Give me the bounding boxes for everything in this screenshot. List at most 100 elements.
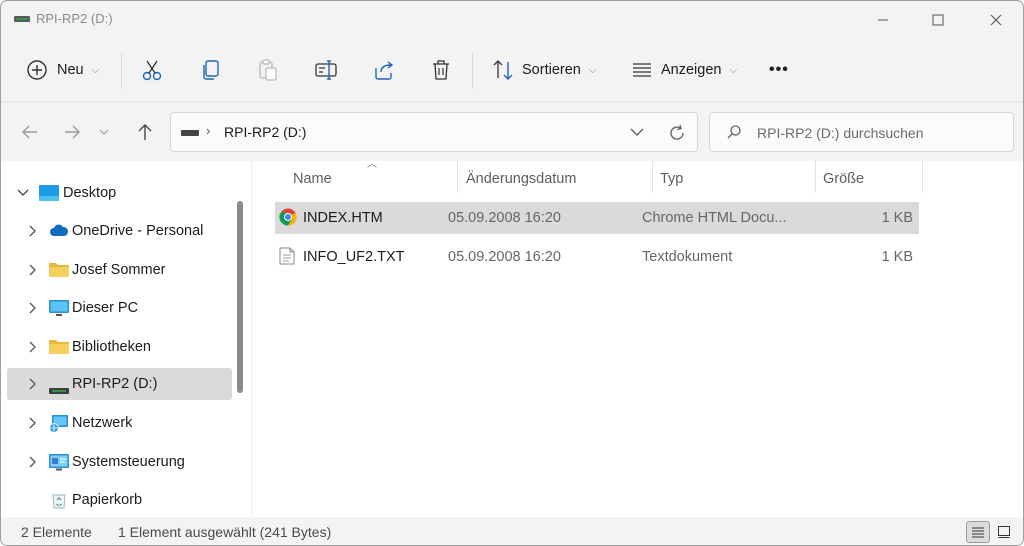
desktop-icon [39,185,59,201]
column-header-label: Größe [823,171,865,187]
file-name: INDEX.HTM [303,210,383,226]
forward-button[interactable] [57,116,87,148]
column-divider[interactable] [815,161,816,193]
address-history-button[interactable] [627,122,647,142]
view-button-label: Anzeigen [661,62,722,78]
cut-button[interactable] [141,53,163,87]
refresh-icon [670,124,684,140]
drive-icon [14,16,30,22]
new-button[interactable]: Neu ⌵ [26,53,99,87]
column-header-name[interactable]: Name ︿ [293,159,377,197]
copy-icon [203,60,219,80]
column-divider[interactable] [922,161,923,193]
rename-button[interactable] [314,53,338,87]
sidebar-item-label: Dieser PC [72,300,139,316]
sidebar-item-label: Bibliotheken [72,339,151,355]
column-header-date[interactable]: Änderungsdatum [466,161,576,197]
column-header-size[interactable]: Größe [823,161,864,197]
view-button[interactable]: Anzeigen ⌵ [631,53,737,87]
chevron-down-icon: ⌵ [588,64,597,76]
file-type: Chrome HTML Docu... [642,210,787,226]
toolbar-divider [472,53,473,89]
chevron-right-icon [25,300,41,316]
details-view-icon [972,527,984,538]
title-bar[interactable]: RPI-RP2 (D:) [1,1,1023,39]
text-file-icon [279,247,297,265]
column-header-label: Änderungsdatum [466,171,577,187]
file-explorer-window: RPI-RP2 (D:) Neu ⌵ Sortieren ⌵ Anzeigen … [0,0,1024,546]
address-bar[interactable]: › RPI-RP2 (D:) [170,112,698,152]
minimize-icon [878,19,888,21]
sort-button[interactable]: Sortieren ⌵ [491,53,596,87]
sidebar-item-label: Desktop [63,185,117,201]
sidebar-item-network[interactable]: Netzwerk [7,407,232,439]
content-area: Desktop OneDrive - Personal Josef Sommer… [1,159,1023,517]
sort-icon [493,60,513,80]
breadcrumb-current[interactable]: RPI-RP2 (D:) [224,124,306,140]
sidebar-item-control-panel[interactable]: Systemsteuerung [7,446,232,478]
delete-button[interactable] [430,53,452,87]
rename-icon [315,60,337,80]
sidebar-item-rpi-drive[interactable]: RPI-RP2 (D:) [7,368,232,400]
sidebar-item-libraries[interactable]: Bibliotheken [7,331,232,363]
sidebar-item-recycle-bin[interactable]: Papierkorb [7,484,232,516]
navigation-pane: Desktop OneDrive - Personal Josef Sommer… [1,161,251,517]
tiles-view-button[interactable] [992,521,1016,543]
monitor-icon [49,300,69,316]
close-button[interactable] [969,1,1023,39]
file-list: Name ︿ Änderungsdatum Typ Größe INDEX.HT… [257,159,1023,517]
sidebar-item-this-pc[interactable]: Dieser PC [7,292,232,324]
arrow-right-icon [65,125,80,139]
copy-button[interactable] [200,53,222,87]
chevron-right-icon [25,339,41,355]
drive-icon [181,130,199,136]
share-icon [375,61,394,80]
sidebar-scrollbar[interactable] [237,201,243,393]
chevron-right-icon [25,376,41,392]
search-box[interactable] [709,112,1014,152]
folder-icon [49,339,69,355]
file-row-info-uf2-txt[interactable]: INFO_UF2.TXT 05.09.2008 16:20 Textdokume… [275,241,919,273]
sidebar-item-label: Netzwerk [72,415,133,431]
sort-button-label: Sortieren [522,62,581,78]
sidebar-item-label: OneDrive - Personal [72,223,204,239]
column-divider[interactable] [652,161,653,193]
sidebar-item-desktop[interactable]: Desktop [7,177,232,209]
file-size: 1 KB [881,210,913,226]
minimize-button[interactable] [856,1,910,39]
more-options-button[interactable]: ••• [769,53,789,87]
view-lines-icon [633,63,651,77]
details-view-button[interactable] [966,521,990,543]
control-panel-icon [49,454,69,471]
tiles-view-icon [998,526,1010,538]
back-button[interactable] [15,116,45,148]
chevron-down-icon: ⌵ [91,64,100,76]
sidebar-item-label: Papierkorb [72,492,143,508]
recent-locations-button[interactable] [93,116,115,148]
paste-icon [259,59,277,81]
toolbar-divider [121,53,122,89]
sidebar-item-label: RPI-RP2 (D:) [72,376,158,392]
plus-circle-icon [27,60,47,80]
maximize-icon [932,14,944,26]
breadcrumb-separator: › [206,123,211,138]
search-input[interactable] [757,122,1007,144]
network-icon [49,415,68,433]
chrome-icon [279,208,297,226]
maximize-button[interactable] [911,1,965,39]
window-title: RPI-RP2 (D:) [36,11,113,26]
column-divider[interactable] [457,161,458,193]
column-header-type[interactable]: Typ [660,161,683,197]
pane-divider[interactable] [251,161,252,517]
drive-icon [49,381,69,397]
paste-button[interactable] [257,53,279,87]
share-button[interactable] [372,53,396,87]
sidebar-item-onedrive[interactable]: OneDrive - Personal [7,215,232,247]
up-button[interactable] [130,116,160,148]
command-bar: Neu ⌵ Sortieren ⌵ Anzeigen ⌵ ••• [1,39,1023,101]
file-row-index-htm[interactable]: INDEX.HTM 05.09.2008 16:20 Chrome HTML D… [275,202,919,234]
search-icon [727,125,741,139]
folder-icon [49,262,69,278]
sidebar-item-user-folder[interactable]: Josef Sommer [7,254,232,286]
refresh-button[interactable] [666,122,688,144]
